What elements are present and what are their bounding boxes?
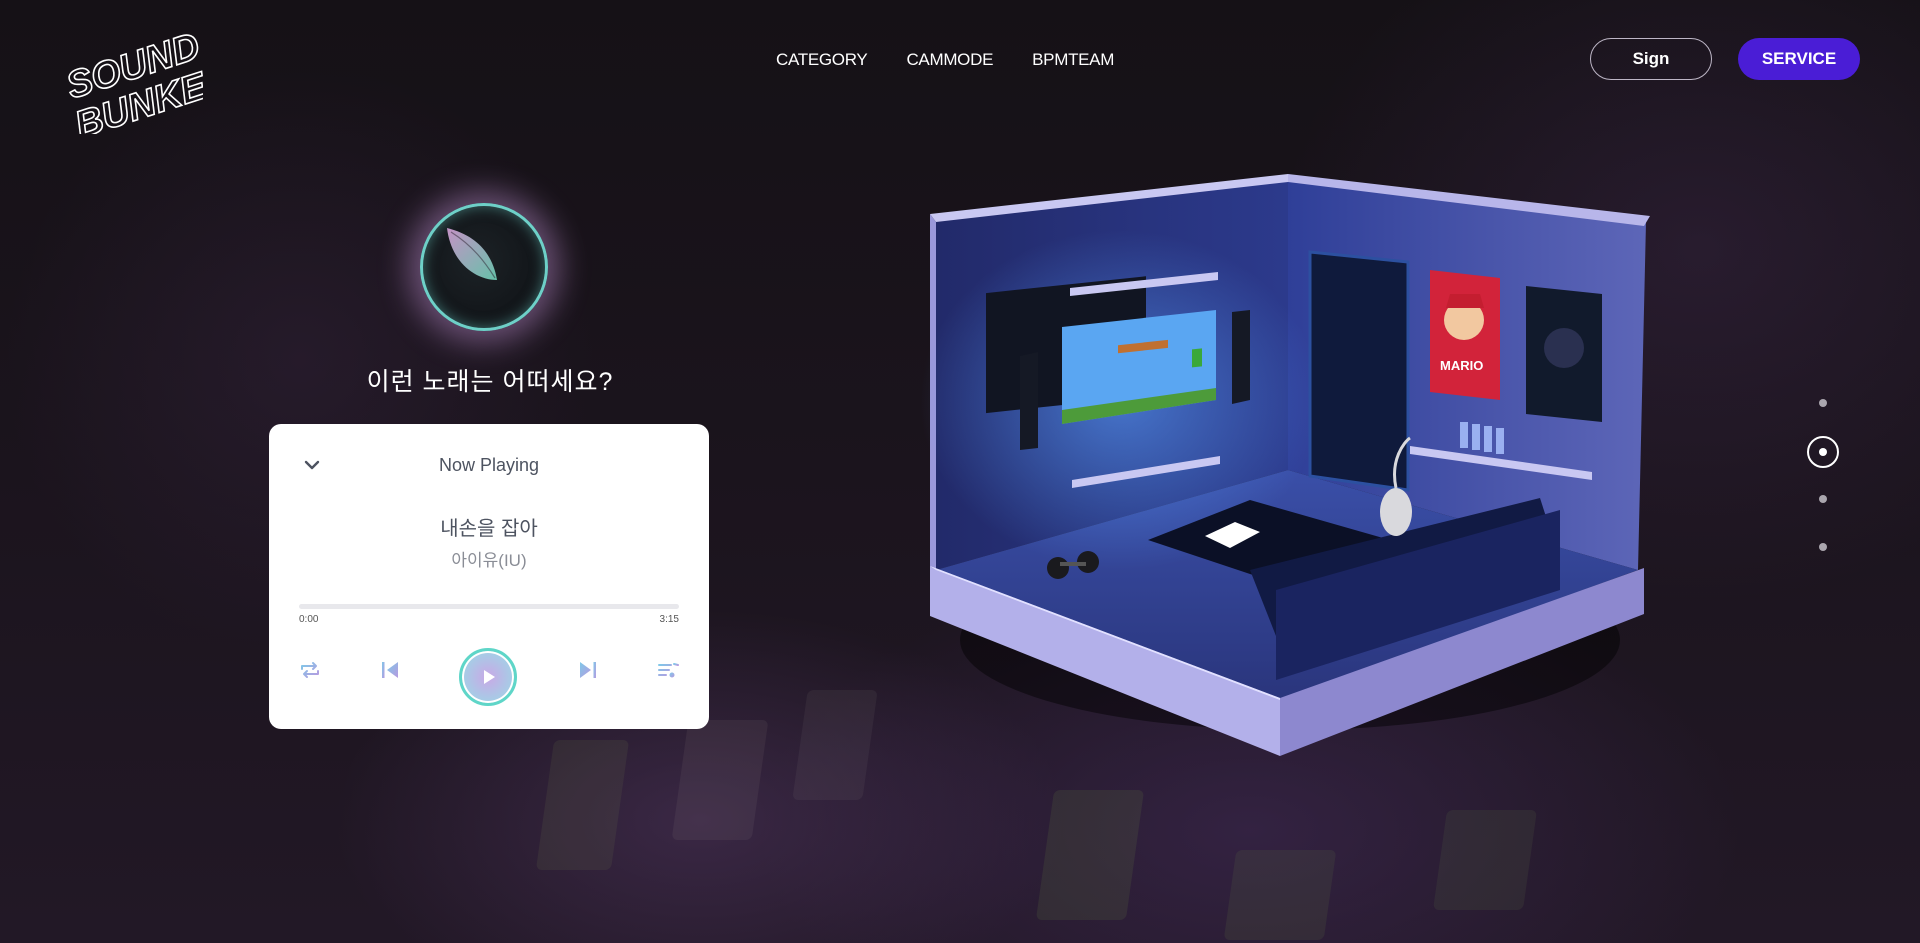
bg-mixer-pad xyxy=(671,720,769,840)
sign-button[interactable]: Sign xyxy=(1590,38,1712,80)
repeat-icon[interactable] xyxy=(296,656,324,684)
progress-bar[interactable] xyxy=(299,604,679,609)
now-playing-heading: Now Playing xyxy=(438,455,540,475)
poster-text: MARIO xyxy=(1440,358,1483,373)
play-icon xyxy=(484,670,495,684)
nav-item-bpmteam[interactable]: BPMTEAM xyxy=(1032,50,1114,70)
song-title: 내손을 잡아 xyxy=(440,518,538,540)
recommendation-orb[interactable] xyxy=(420,203,548,331)
recommendation-question: 이런 노래는 어떠세요? xyxy=(366,368,614,396)
next-icon[interactable] xyxy=(574,656,602,684)
time-total: 3:15 xyxy=(659,614,679,625)
bg-mixer-pad xyxy=(1432,810,1538,910)
time-current: 0:00 xyxy=(299,614,319,625)
artist-name: 아이유(IU) xyxy=(451,551,527,570)
bg-mixer-pad xyxy=(1223,850,1337,940)
bg-mixer-pad xyxy=(1035,790,1145,920)
orb-leaf-icon xyxy=(447,228,497,280)
previous-icon[interactable] xyxy=(376,656,404,684)
page-dot-4[interactable] xyxy=(1819,543,1827,551)
play-button[interactable] xyxy=(459,648,517,706)
bg-mixer-pad xyxy=(792,690,878,800)
page-dot-1[interactable] xyxy=(1819,399,1827,407)
now-playing-card: Now Playing 내손을 잡아 아이유(IU) 0:00 3:15 xyxy=(269,424,709,729)
active-dot-center xyxy=(1819,448,1827,456)
service-button[interactable]: SERVICE xyxy=(1738,38,1860,80)
playlist-icon[interactable] xyxy=(654,656,682,684)
isometric-room-illustration: MARIO xyxy=(920,170,1660,770)
page: SOUND BUNKER CATEGORY CAMMODE BPMTEAM Si… xyxy=(0,0,1920,943)
page-dot-3[interactable] xyxy=(1819,495,1827,503)
main-nav: CATEGORY CAMMODE BPMTEAM xyxy=(776,50,1114,70)
sound-bunker-logo[interactable]: SOUND BUNKER xyxy=(58,22,239,147)
page-dot-2-active[interactable] xyxy=(1807,436,1839,468)
nav-item-category[interactable]: CATEGORY xyxy=(776,50,868,70)
nav-item-cammode[interactable]: CAMMODE xyxy=(906,50,993,70)
bg-mixer-pad xyxy=(535,740,630,870)
